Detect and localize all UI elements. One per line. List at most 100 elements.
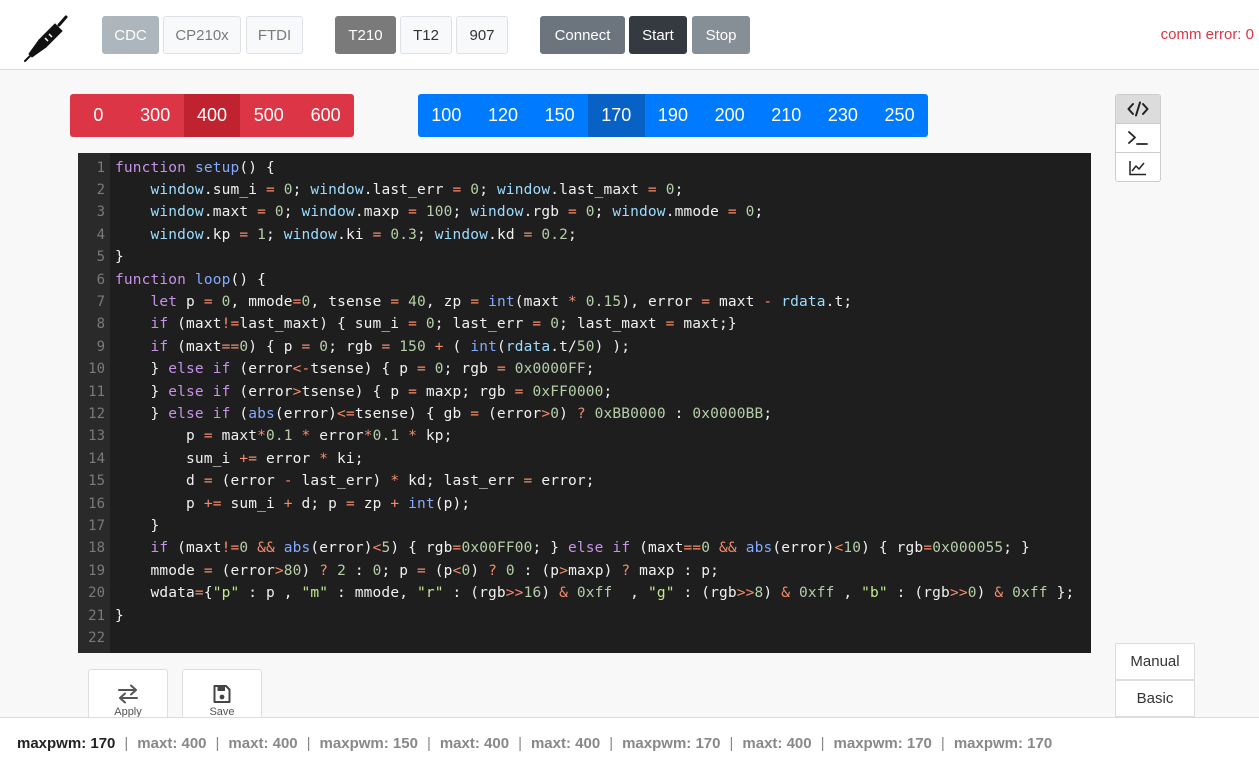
line-number: 22: [88, 629, 105, 646]
line-number: 17: [88, 517, 105, 534]
code-text: } else if (error<-tsense) { p = 0; rgb =…: [115, 361, 595, 378]
maxp-preset-1[interactable]: 300: [127, 94, 184, 137]
port-type-cdc-button[interactable]: CDC: [102, 16, 159, 54]
code-line[interactable]: 17 }: [78, 515, 1091, 537]
code-line[interactable]: 11 } else if (error>tsense) { p = maxp; …: [78, 381, 1091, 403]
status-entry: maxt: 400: [228, 735, 298, 752]
code-line[interactable]: 2 window.sum_i = 0; window.last_err = 0;…: [78, 179, 1091, 201]
maxt-preset-group: 100 120 150 170 190 200 210 230 250: [418, 94, 928, 137]
code-text: wdata={"p" : p , "m" : mmode, "r" : (rgb…: [115, 585, 1075, 602]
code-line[interactable]: 5}: [78, 246, 1091, 268]
code-line[interactable]: 9 if (maxt==0) { p = 0; rgb = 150 + ( in…: [78, 336, 1091, 358]
maxt-preset-3[interactable]: 170: [587, 94, 645, 137]
maxp-preset-3[interactable]: 500: [240, 94, 297, 137]
line-number: 14: [88, 450, 105, 467]
code-text: p = maxt*0.1 * error*0.1 * kp;: [115, 428, 453, 445]
line-number: 8: [96, 316, 105, 333]
status-entry: maxpwm: 170: [833, 735, 932, 752]
port-type-ftdi-button[interactable]: FTDI: [246, 16, 303, 54]
maxt-preset-6[interactable]: 210: [758, 94, 815, 137]
port-type-cp210x-button[interactable]: CP210x: [163, 16, 241, 54]
basic-mode-button[interactable]: Basic: [1115, 680, 1195, 717]
maxt-preset-0[interactable]: 100: [418, 94, 475, 137]
line-number: 15: [88, 473, 105, 490]
code-line[interactable]: 1 function setup() {: [78, 157, 1091, 179]
line-number: 18: [88, 540, 105, 557]
status-separator: |: [306, 735, 311, 752]
code-line[interactable]: 12 } else if (abs(error)<=tsense) { gb =…: [78, 403, 1091, 425]
code-line[interactable]: 21}: [78, 605, 1091, 627]
code-line[interactable]: 8 if (maxt!=last_maxt) { sum_i = 0; last…: [78, 313, 1091, 335]
maxt-preset-7[interactable]: 230: [815, 94, 872, 137]
device-t12-button[interactable]: T12: [400, 16, 452, 54]
stop-button[interactable]: Stop: [692, 16, 750, 54]
connect-button[interactable]: Connect: [540, 16, 625, 54]
maxp-preset-4[interactable]: 600: [297, 94, 354, 137]
apply-button[interactable]: Apply: [88, 669, 168, 719]
maxp-preset-group: 0 300 400 500 600: [70, 94, 354, 137]
code-text: }: [115, 517, 160, 534]
device-907-button[interactable]: 907: [456, 16, 508, 54]
code-line[interactable]: 7 let p = 0, mmode=0, tsense = 40, zp = …: [78, 291, 1091, 313]
status-entry: maxt: 400: [137, 735, 207, 752]
status-entry: maxt: 400: [439, 735, 510, 752]
line-number: 6: [96, 271, 105, 288]
status-separator: |: [729, 735, 734, 752]
manual-mode-button[interactable]: Manual: [1115, 643, 1195, 680]
code-line[interactable]: 22: [78, 627, 1091, 649]
code-line[interactable]: 13 p = maxt*0.1 * error*0.1 * kp;: [78, 425, 1091, 447]
status-entry: maxpwm: 150: [319, 735, 418, 752]
code-text: p += sum_i + d; p = zp + int(p);: [115, 495, 471, 512]
line-number: 9: [96, 338, 105, 355]
chart-icon: [1129, 160, 1146, 175]
code-line[interactable]: 20 wdata={"p" : p , "m" : mmode, "r" : (…: [78, 582, 1091, 604]
maxt-preset-5[interactable]: 200: [701, 94, 758, 137]
line-number: 10: [88, 361, 105, 378]
device-t210-button[interactable]: T210: [335, 16, 396, 54]
code-editor[interactable]: 1 function setup() {2 window.sum_i = 0; w…: [78, 153, 1091, 653]
maxt-preset-2[interactable]: 150: [531, 94, 588, 137]
code-line[interactable]: 14 sum_i += error * ki;: [78, 448, 1091, 470]
code-line[interactable]: 19 mmode = (error>80) ? 2 : 0; p = (p<0)…: [78, 560, 1091, 582]
code-line[interactable]: 16 p += sum_i + d; p = zp + int(p);: [78, 493, 1091, 515]
code-text: function setup() {: [115, 159, 275, 176]
status-separator: |: [609, 735, 614, 752]
code-text: window.sum_i = 0; window.last_err = 0; w…: [150, 181, 684, 198]
code-line[interactable]: 10 } else if (error<-tsense) { p = 0; rg…: [78, 358, 1091, 380]
code-line[interactable]: 15 d = (error - last_err) * kd; last_err…: [78, 470, 1091, 492]
line-number: 2: [96, 181, 105, 198]
status-separator: |: [940, 735, 945, 752]
maxt-preset-4[interactable]: 190: [645, 94, 702, 137]
line-number: 20: [88, 585, 105, 602]
code-line[interactable]: 18 if (maxt!=0 && abs(error)<5) { rgb=0x…: [78, 537, 1091, 559]
soldering-iron-icon: [24, 15, 68, 62]
code-line[interactable]: 6 function loop() {: [78, 269, 1091, 291]
line-number: 3: [96, 204, 105, 221]
line-number: 7: [96, 293, 105, 310]
status-footer: maxpwm: 170 | maxt: 400 | maxt: 400 | maxpwm: …: [0, 717, 1259, 769]
floppy-disk-icon: [213, 685, 231, 703]
code-view-tab[interactable]: [1116, 95, 1160, 124]
code-text: if (maxt!=last_maxt) { sum_i = 0; last_e…: [150, 316, 737, 333]
chart-view-tab[interactable]: [1116, 153, 1160, 182]
code-text: }: [115, 249, 124, 266]
maxt-preset-8[interactable]: 250: [871, 94, 928, 137]
maxp-preset-0[interactable]: 0: [70, 94, 127, 137]
code-line[interactable]: 4 window.kp = 1; window.ki = 0.3; window…: [78, 224, 1091, 246]
swap-arrows-icon: [118, 684, 138, 704]
code-text: if (maxt==0) { p = 0; rgb = 150 + ( int(…: [150, 338, 631, 355]
status-separator: |: [518, 735, 522, 752]
start-button[interactable]: Start: [629, 16, 687, 54]
code-text: function loop() {: [115, 271, 266, 288]
maxt-preset-1[interactable]: 120: [475, 94, 532, 137]
save-button[interactable]: Save: [182, 669, 262, 719]
line-number: 21: [88, 607, 105, 624]
terminal-icon: [1128, 131, 1148, 145]
code-line[interactable]: 3 window.maxt = 0; window.maxp = 100; wi…: [78, 201, 1091, 223]
line-number: 12: [88, 405, 105, 422]
code-text: if (maxt!=0 && abs(error)<5) { rgb=0x00F…: [150, 540, 1030, 557]
top-bar: CDC CP210x FTDI T210 T12 907 Connect Sta…: [0, 0, 1259, 70]
view-switcher: [1115, 94, 1161, 182]
terminal-view-tab[interactable]: [1116, 124, 1160, 153]
maxp-preset-2[interactable]: 400: [183, 94, 241, 137]
